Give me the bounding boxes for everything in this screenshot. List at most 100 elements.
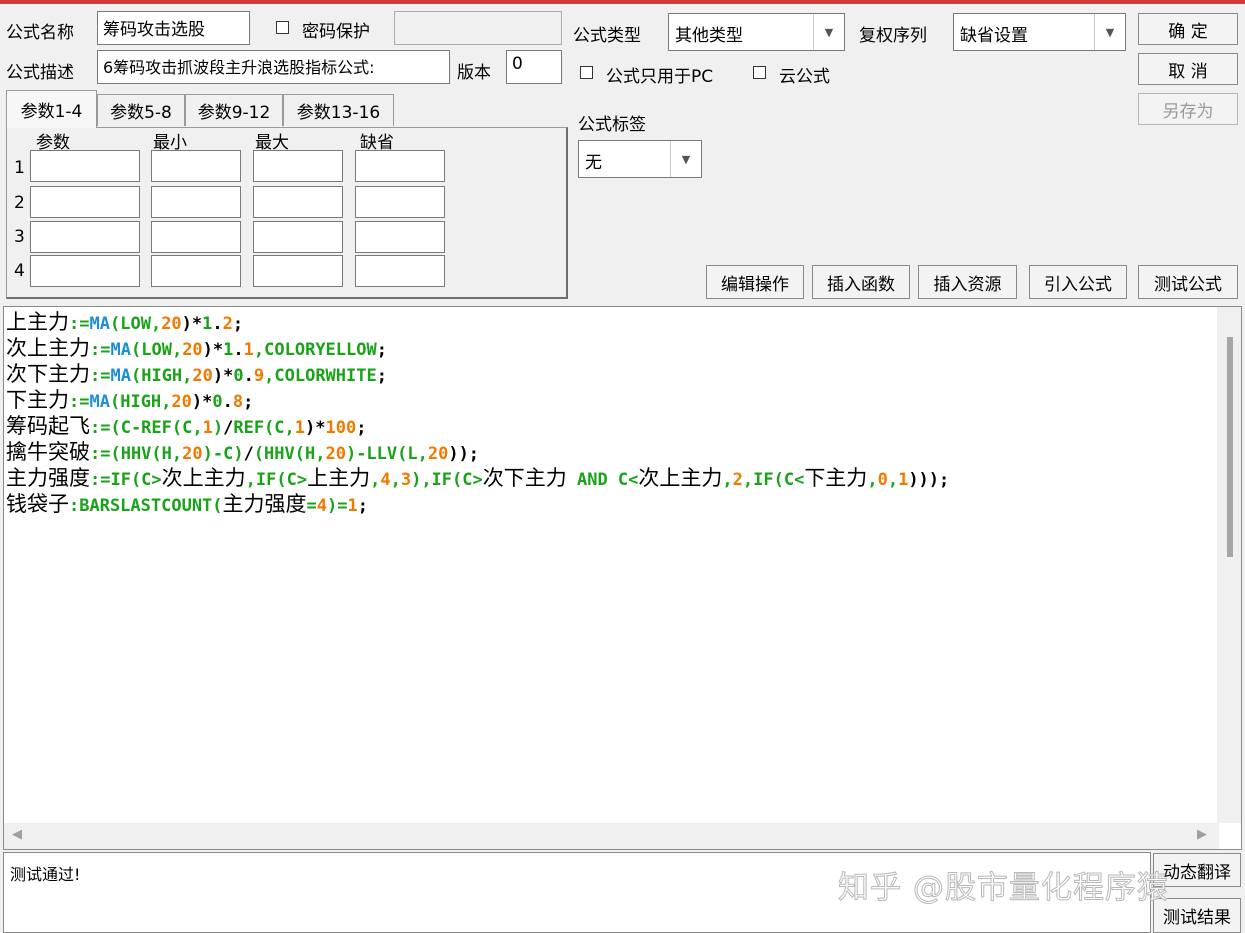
param-3-name[interactable]	[30, 221, 140, 253]
formula-desc-input[interactable]: 6筹码攻击抓波段主升浪选股指标公式:	[97, 50, 450, 84]
formula-tag-label: 公式标签	[578, 115, 646, 135]
code-token: (	[130, 340, 142, 360]
code-variable: 主力强度	[6, 466, 90, 490]
rights-series-label: 复权序列	[859, 26, 927, 46]
code-token: )-LLV(L,	[345, 444, 428, 464]
code-token: 20	[325, 444, 346, 464]
tab-params-9-12[interactable]: 参数9-12	[185, 94, 283, 126]
code-token: 20	[182, 340, 203, 360]
test-formula-button[interactable]: 测试公式	[1138, 265, 1238, 299]
code-token: 20	[427, 444, 449, 464]
vertical-scrollbar[interactable]	[1217, 307, 1241, 823]
code-token: MA	[89, 392, 110, 412]
cloud-formula-checkbox[interactable]	[753, 66, 766, 79]
code-token: .	[243, 366, 254, 386]
code-variable: 上主力	[6, 310, 69, 334]
code-token: )*	[212, 366, 234, 386]
formula-name-input[interactable]: 筹码攻击选股	[97, 11, 250, 45]
formula-tag-select[interactable]: 无 ▼	[578, 140, 702, 178]
code-token: 1	[898, 470, 909, 490]
code-line[interactable]: 次下主力:=MA(HIGH,20)*0.9,COLORWHITE;	[6, 361, 949, 387]
code-token: HIGH	[141, 366, 183, 386]
save-as-button[interactable]: 另存为	[1138, 93, 1238, 125]
param-4-name[interactable]	[30, 255, 140, 287]
code-token: )	[212, 418, 224, 438]
code-line[interactable]: 下主力:=MA(HIGH,20)*0.8;	[6, 387, 949, 413]
code-token: ,COLORWHITE	[264, 366, 377, 386]
code-token: 4	[316, 496, 328, 516]
code-token: ,	[390, 470, 401, 490]
code-token: AND C<	[566, 470, 639, 490]
password-input[interactable]	[394, 11, 562, 45]
param-1-default[interactable]	[355, 150, 445, 182]
import-formula-button[interactable]: 引入公式	[1029, 265, 1127, 299]
param-4-min[interactable]	[151, 255, 241, 287]
code-token: :=	[69, 392, 90, 412]
code-token: ,	[150, 314, 162, 334]
code-token: HIGH	[120, 392, 162, 412]
code-token: REF(C,	[233, 418, 295, 438]
password-protect-label: 密码保护	[302, 22, 370, 42]
param-1-name[interactable]	[30, 150, 140, 182]
code-line[interactable]: 钱袋子:BARSLASTCOUNT(主力强度=4)=1;	[6, 491, 949, 517]
code-token: ),IF(C>	[411, 470, 483, 490]
code-line[interactable]: 筹码起飞:=(C-REF(C,1)/REF(C,1)*100;	[6, 413, 949, 439]
code-token: MA	[110, 366, 131, 386]
horizontal-scrollbar[interactable]: ◀ ▶	[4, 823, 1219, 849]
code-token: LOW	[120, 314, 151, 334]
insert-function-button[interactable]: 插入函数	[812, 265, 910, 299]
tab-params-13-16[interactable]: 参数13-16	[283, 94, 394, 126]
code-token: 1	[294, 418, 306, 438]
password-protect-checkbox[interactable]	[276, 21, 289, 34]
formula-name-label: 公式名称	[6, 23, 74, 43]
param-1-min[interactable]	[151, 150, 241, 182]
scrollbar-thumb[interactable]	[1227, 337, 1233, 557]
code-line[interactable]: 次上主力:=MA(LOW,20)*1.1,COLORYELLOW;	[6, 335, 949, 361]
pc-only-checkbox[interactable]	[580, 66, 593, 79]
param-1-max[interactable]	[253, 150, 343, 182]
code-line[interactable]: 上主力:=MA(LOW,20)*1.2;	[6, 309, 949, 335]
code-token: 8	[232, 392, 244, 412]
param-3-default[interactable]	[355, 221, 445, 253]
param-4-default[interactable]	[355, 255, 445, 287]
code-token: ,	[161, 392, 172, 412]
code-token: )*	[202, 340, 224, 360]
ok-button[interactable]: 确 定	[1138, 13, 1238, 45]
insert-resource-button[interactable]: 插入资源	[918, 265, 1017, 299]
rights-series-select[interactable]: 缺省设置 ▼	[953, 13, 1126, 51]
code-token: 0	[877, 470, 888, 490]
param-4-max[interactable]	[253, 255, 343, 287]
version-input[interactable]: 0	[506, 50, 562, 84]
code-token: 20	[161, 314, 182, 334]
code-variable: 次上主力	[161, 466, 246, 490]
param-3-max[interactable]	[253, 221, 343, 253]
chevron-down-icon[interactable]: ▼	[670, 141, 701, 177]
param-2-name[interactable]	[30, 186, 140, 218]
code-token: (	[130, 366, 142, 386]
chevron-down-icon[interactable]: ▼	[1094, 14, 1125, 50]
code-token: MA	[110, 340, 131, 360]
param-2-max[interactable]	[253, 186, 343, 218]
edit-operations-button[interactable]: 编辑操作	[706, 265, 804, 299]
scroll-right-icon[interactable]: ▶	[1197, 827, 1207, 842]
cancel-button[interactable]: 取 消	[1138, 53, 1238, 85]
tab-params-1-4[interactable]: 参数1-4	[6, 90, 97, 128]
code-token: ,	[171, 340, 183, 360]
code-editor[interactable]: 上主力:=MA(LOW,20)*1.2; 次上主力:=MA(LOW,20)*1.1…	[3, 306, 1242, 850]
code-line[interactable]: 擒牛突破:=(HHV(H,20)-C)/(HHV(H,20)-LLV(L,20)…	[6, 439, 949, 465]
code-token: .	[222, 392, 233, 412]
code-line[interactable]: 主力强度:=IF(C>次上主力,IF(C>上主力,4,3),IF(C>次下主力 …	[6, 465, 949, 491]
code-content[interactable]: 上主力:=MA(LOW,20)*1.2; 次上主力:=MA(LOW,20)*1.1…	[6, 309, 949, 517]
param-3-min[interactable]	[151, 221, 241, 253]
code-token: ,	[722, 470, 733, 490]
param-2-default[interactable]	[355, 186, 445, 218]
watermark-text: 知乎 @股市量化程序猿	[838, 870, 1169, 907]
tab-params-5-8[interactable]: 参数5-8	[97, 94, 185, 126]
code-token: ,COLORYELLOW	[253, 340, 377, 360]
code-variable: 次下主力	[482, 466, 567, 490]
formula-type-select[interactable]: 其他类型 ▼	[668, 13, 845, 51]
param-2-min[interactable]	[151, 186, 241, 218]
chevron-down-icon[interactable]: ▼	[813, 14, 844, 50]
scroll-left-icon[interactable]: ◀	[12, 827, 22, 842]
code-token: 1	[223, 340, 234, 360]
